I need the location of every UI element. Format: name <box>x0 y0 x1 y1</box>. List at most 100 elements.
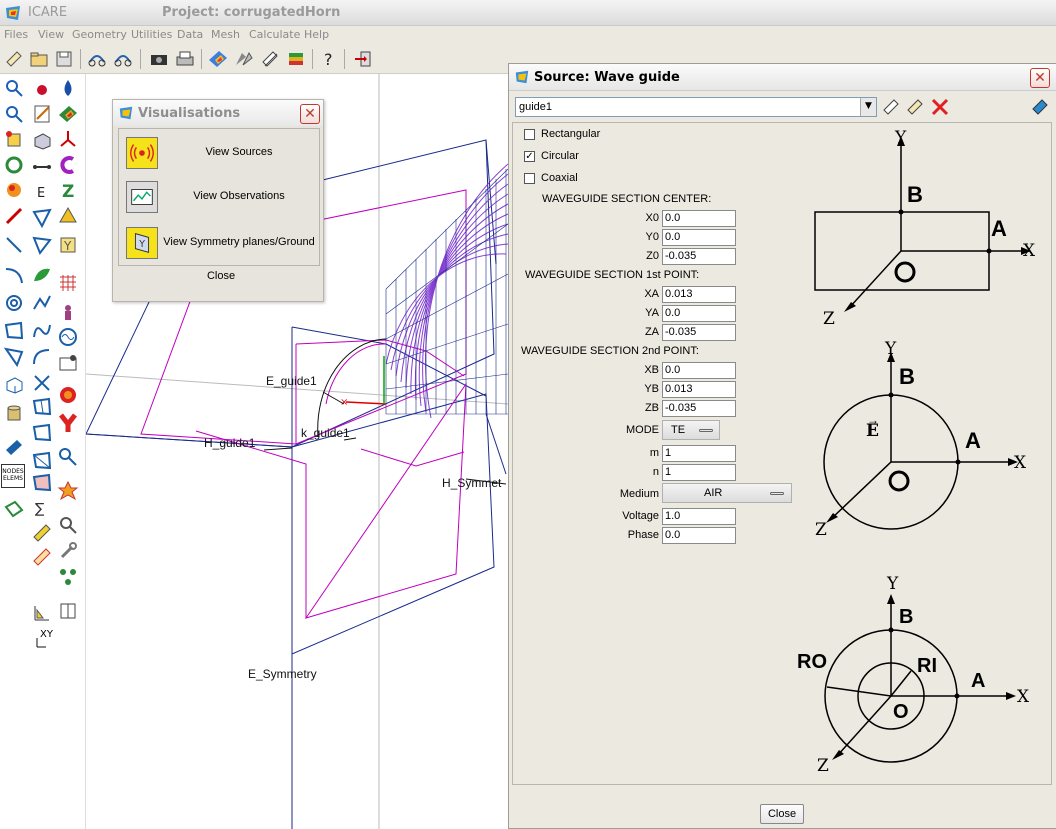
symmetry-y-icon[interactable]: Y <box>57 234 79 256</box>
print-icon[interactable] <box>174 48 196 70</box>
edit-icon[interactable] <box>259 48 281 70</box>
exit-icon[interactable] <box>352 48 374 70</box>
recycle-icon[interactable] <box>3 154 25 176</box>
line-red-icon[interactable] <box>3 205 25 227</box>
view-sources-row[interactable]: View Sources <box>123 135 317 171</box>
n-field[interactable]: 1 <box>662 464 736 481</box>
move-icon[interactable] <box>3 128 25 150</box>
probe-icon[interactable] <box>57 446 79 468</box>
eraser-icon[interactable] <box>3 436 25 458</box>
m-field[interactable]: 1 <box>662 445 736 462</box>
ruler-icon[interactable] <box>31 522 53 544</box>
spiral-icon[interactable] <box>3 292 25 314</box>
z-axis-icon[interactable]: Z <box>57 179 79 201</box>
circular-checkbox[interactable]: ✓ <box>524 151 535 162</box>
z0-field[interactable]: -0.035 <box>662 248 736 265</box>
leaf-surface-icon[interactable] <box>31 264 53 286</box>
menu-geometry[interactable]: Geometry <box>72 28 127 41</box>
person-icon[interactable] <box>57 302 79 324</box>
redo-icon[interactable] <box>112 48 134 70</box>
zoom-icon[interactable] <box>3 77 25 99</box>
sigma-icon[interactable]: ∑ <box>31 496 53 518</box>
quad-icon[interactable] <box>3 320 25 342</box>
view-observations-row[interactable]: View Observations <box>123 179 317 215</box>
ya-field[interactable]: 0.0 <box>662 305 736 322</box>
menu-files[interactable]: Files <box>4 28 28 41</box>
triangle-mesh-icon[interactable] <box>31 207 53 229</box>
scissors-icon[interactable] <box>31 372 53 394</box>
bend-icon[interactable] <box>31 346 53 368</box>
line-icon[interactable] <box>3 234 25 256</box>
zoom-out-icon[interactable] <box>3 103 25 125</box>
menu-utilities[interactable]: Utilities <box>131 28 172 41</box>
note-icon[interactable] <box>31 103 53 125</box>
mode-dropdown[interactable]: TE <box>662 420 720 440</box>
grid-mesh-icon[interactable] <box>57 272 79 294</box>
warp-surface-icon[interactable] <box>31 422 53 444</box>
grid-surface-icon[interactable] <box>31 396 53 418</box>
book-icon[interactable] <box>57 600 79 622</box>
view-symmetry-row[interactable]: Y View Symmetry planes/Ground <box>123 225 317 261</box>
pyramid-icon[interactable] <box>57 205 79 227</box>
shape-edit-icon[interactable] <box>3 346 25 368</box>
save-icon[interactable] <box>53 48 75 70</box>
wave-icon[interactable] <box>57 326 79 348</box>
polyline-icon[interactable] <box>31 292 53 314</box>
delete-source-icon[interactable] <box>929 97 951 117</box>
visualisations-close-button[interactable]: Close <box>203 270 239 282</box>
menu-help[interactable]: Help <box>304 28 329 41</box>
menu-calculate[interactable]: Calculate <box>249 28 300 41</box>
tools-icon[interactable] <box>233 48 255 70</box>
cube-icon[interactable] <box>31 130 53 152</box>
open-folder-icon[interactable] <box>28 48 50 70</box>
axis-icon[interactable] <box>57 128 79 150</box>
explode-icon[interactable] <box>57 480 79 502</box>
magnet-icon[interactable] <box>57 154 79 176</box>
segment-icon[interactable] <box>31 156 53 178</box>
drop-icon[interactable] <box>57 77 79 99</box>
menu-view[interactable]: View <box>38 28 64 41</box>
nodes-elems-button[interactable]: NODES ELEMS <box>1 464 25 488</box>
menu-data[interactable]: Data <box>177 28 203 41</box>
inspect-icon[interactable] <box>57 514 79 536</box>
cylinder-icon[interactable] <box>3 402 25 424</box>
coaxial-checkbox[interactable] <box>524 173 535 184</box>
box-icon[interactable] <box>3 374 25 396</box>
arc-icon[interactable] <box>3 264 25 286</box>
chevron-down-icon[interactable]: ▼ <box>860 98 876 116</box>
mesh-icon[interactable] <box>31 450 53 472</box>
render-icon[interactable] <box>207 48 229 70</box>
eraser-icon[interactable] <box>1030 97 1050 117</box>
edit-source-icon[interactable] <box>881 97 903 117</box>
phase-field[interactable]: 0.0 <box>662 527 736 544</box>
measure-icon[interactable] <box>31 602 53 624</box>
e-field-icon[interactable]: E <box>31 181 53 203</box>
zb-field[interactable]: -0.035 <box>662 400 736 417</box>
target-icon[interactable] <box>57 384 79 406</box>
checker-icon[interactable] <box>3 498 25 520</box>
x0-field[interactable]: 0.0 <box>662 210 736 227</box>
camera-icon[interactable] <box>148 48 170 70</box>
xb-field[interactable]: 0.0 <box>662 362 736 379</box>
mesh-fill-icon[interactable] <box>31 472 53 494</box>
source-name-combobox[interactable]: guide1 ▼ <box>515 97 877 117</box>
triangle-icon[interactable] <box>31 234 53 256</box>
y0-field[interactable]: 0.0 <box>662 229 736 246</box>
source-close-button[interactable]: Close <box>760 804 804 824</box>
point-icon[interactable] <box>31 79 53 101</box>
menu-mesh[interactable]: Mesh <box>211 28 240 41</box>
medium-dropdown[interactable]: AIR <box>662 483 792 503</box>
surface-color-icon[interactable] <box>57 103 79 125</box>
voltage-field[interactable]: 1.0 <box>662 508 736 525</box>
network-icon[interactable] <box>57 566 79 588</box>
pencil-icon[interactable] <box>31 546 53 568</box>
rectangular-checkbox[interactable] <box>524 129 535 140</box>
y-junction-icon[interactable] <box>57 412 79 434</box>
layers-icon[interactable] <box>285 48 307 70</box>
xy-axis-button[interactable]: XY <box>34 626 58 650</box>
observation-probe-icon[interactable] <box>57 352 79 374</box>
close-icon[interactable]: ✕ <box>1030 68 1050 88</box>
za-field[interactable]: -0.035 <box>662 324 736 341</box>
curve-icon[interactable] <box>31 320 53 342</box>
new-file-icon[interactable] <box>3 48 25 70</box>
